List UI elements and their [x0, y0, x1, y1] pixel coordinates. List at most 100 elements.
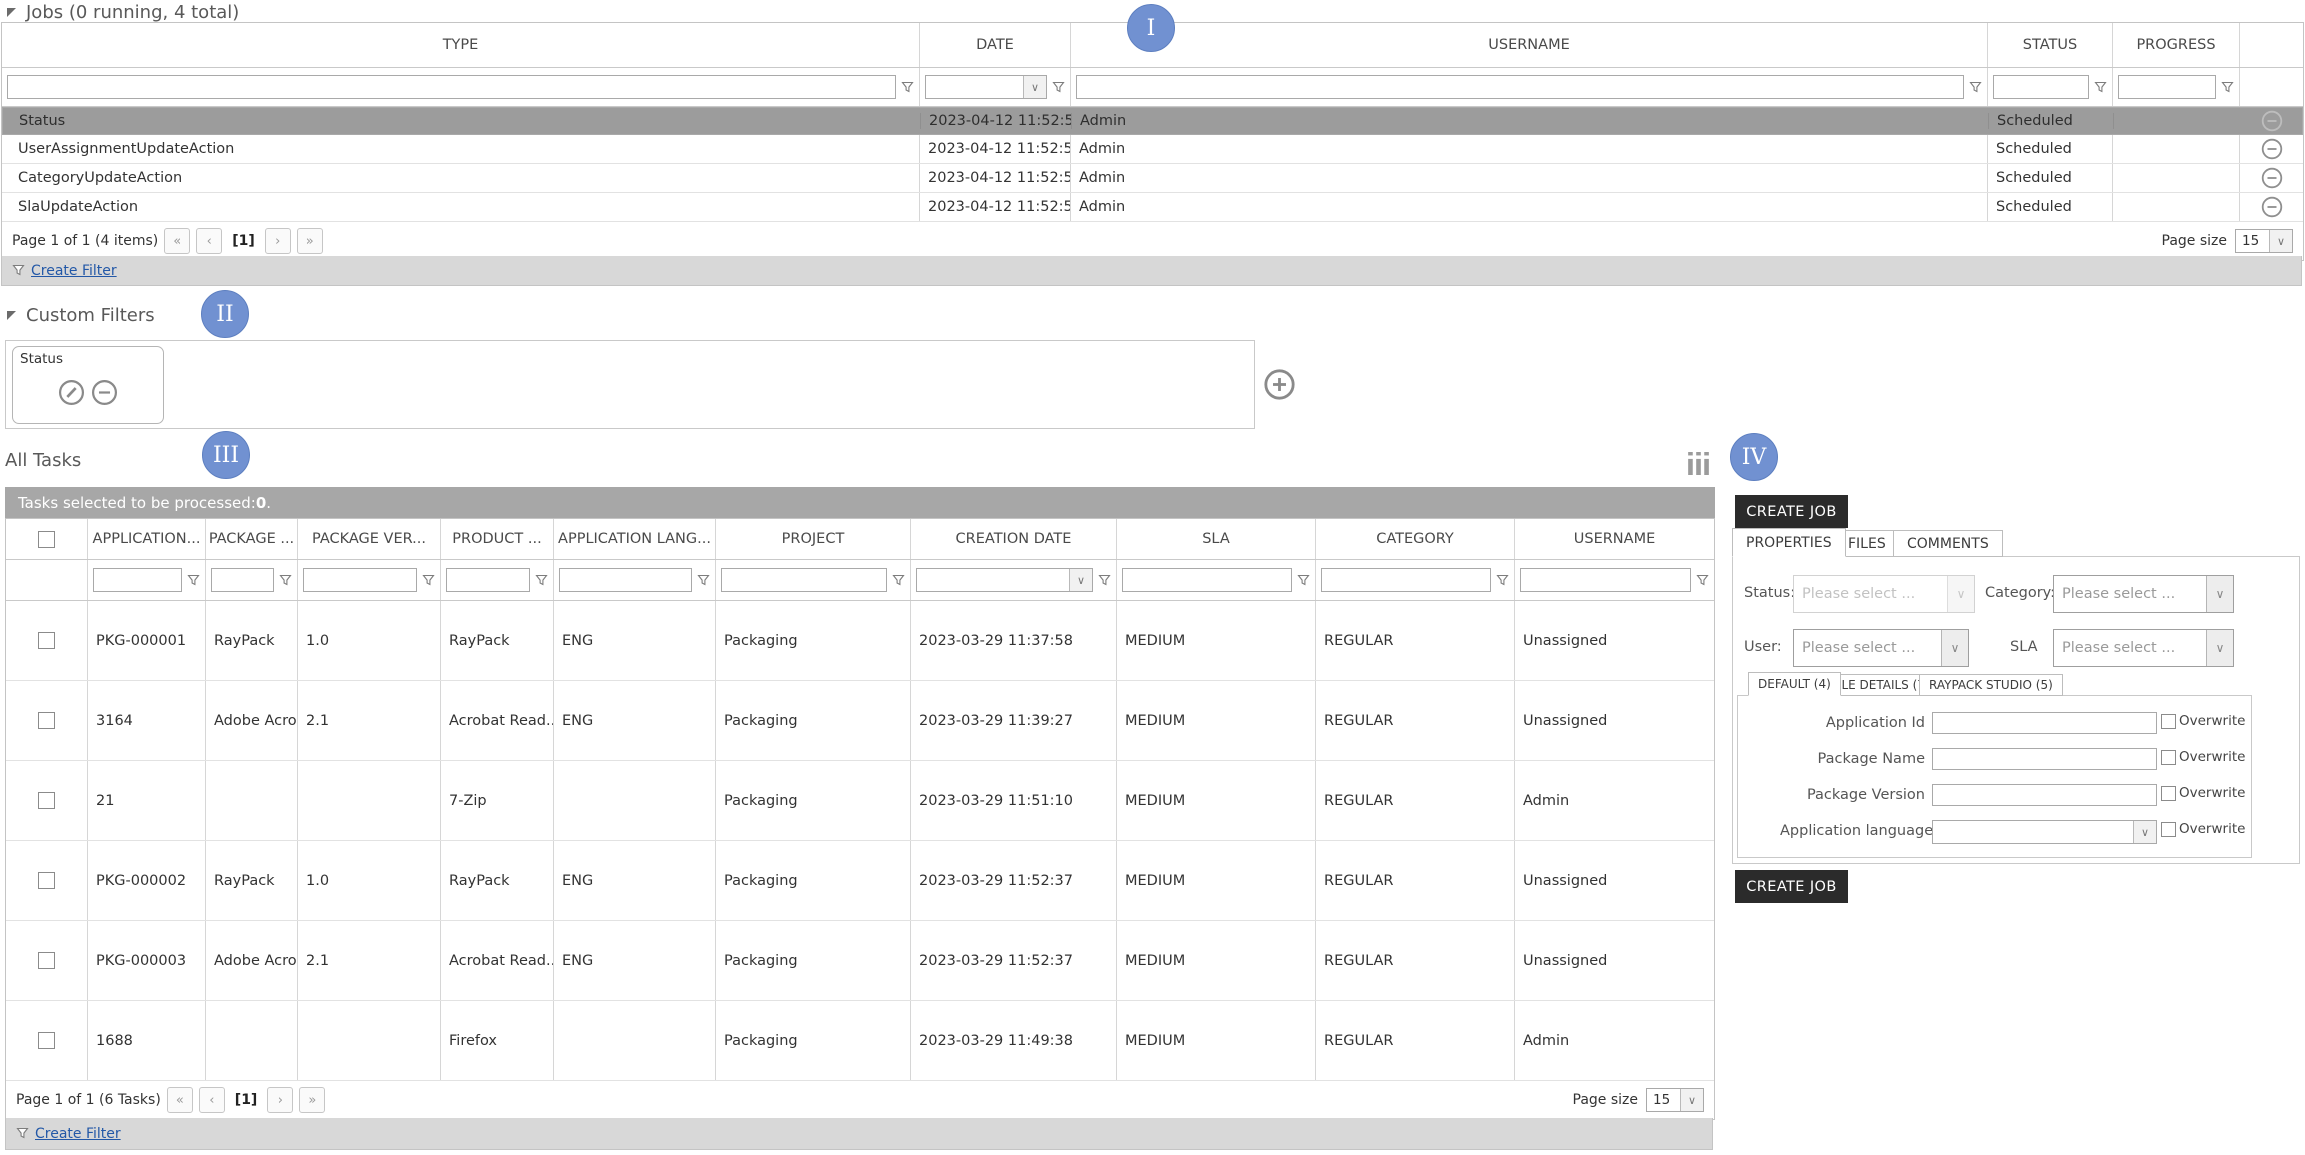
tasks-filter-date-select[interactable]: ∨ [916, 568, 1093, 592]
filter-funnel-icon[interactable] [1052, 81, 1065, 94]
tasks-filter-category-input[interactable] [1321, 568, 1491, 592]
jobs-col-progress[interactable]: PROGRESS [2113, 23, 2240, 67]
tasks-filter-application-input[interactable] [93, 568, 182, 592]
filter-funnel-icon[interactable] [1496, 574, 1509, 587]
tab-comments[interactable]: COMMENTS [1893, 530, 2003, 557]
task-row[interactable]: 1688 Firefox Packaging 2023-03-29 11:49:… [6, 1001, 1714, 1081]
task-row[interactable]: 3164Adobe Acroba... 2.1Acrobat Read... E… [6, 681, 1714, 761]
task-row[interactable]: PKG-000002 RayPack 1.0 RayPack ENG Packagin… [6, 841, 1714, 921]
overwrite-checkbox[interactable] [2161, 749, 2176, 765]
jobs-col-status[interactable]: STATUS [1988, 23, 2113, 67]
filter-funnel-icon[interactable] [535, 574, 548, 587]
row-checkbox[interactable] [38, 792, 55, 809]
last-page-button[interactable]: » [299, 1087, 326, 1113]
create-job-button-top[interactable]: CREATE JOB [1735, 495, 1848, 528]
jobs-filter-status-input[interactable] [1993, 75, 2089, 99]
filter-funnel-icon[interactable] [279, 574, 292, 587]
jobs-col-type[interactable]: TYPE [2, 23, 920, 67]
cancel-job-icon[interactable] [2261, 167, 2283, 189]
create-job-button-bottom[interactable]: CREATE JOB [1735, 870, 1848, 903]
sla-select[interactable]: Please select ... ∨ [2053, 629, 2234, 667]
tasks-col-category[interactable]: CATEGORY [1316, 519, 1515, 559]
row-checkbox[interactable] [38, 712, 55, 729]
filter-funnel-icon[interactable] [892, 574, 905, 587]
row-checkbox[interactable] [38, 632, 55, 649]
tasks-create-filter-link[interactable]: Create Filter [35, 1126, 121, 1142]
tasks-col-application[interactable]: APPLICATION... [88, 519, 206, 559]
last-page-button[interactable]: » [296, 228, 323, 254]
delete-filter-icon[interactable] [91, 379, 118, 406]
jobs-filter-progress-input[interactable] [2118, 75, 2216, 99]
jobs-filter-date-select[interactable]: ∨ [925, 75, 1047, 99]
jobs-filter-username-input[interactable] [1076, 75, 1964, 99]
tasks-filter-product-input[interactable] [446, 568, 530, 592]
application-id-input[interactable] [1932, 712, 2157, 734]
prev-page-button[interactable]: ‹ [198, 1087, 225, 1113]
overwrite-checkbox[interactable] [2161, 785, 2176, 801]
filter-funnel-icon[interactable] [1696, 574, 1709, 587]
row-checkbox[interactable] [38, 1032, 55, 1049]
current-page[interactable]: [1] [235, 1092, 258, 1108]
cancel-job-icon[interactable] [2261, 138, 2283, 160]
tasks-filter-language-input[interactable] [559, 568, 692, 592]
filter-funnel-icon[interactable] [2221, 81, 2234, 94]
task-row[interactable]: PKG-000003Adobe Acroba... 2.1Acrobat Rea… [6, 921, 1714, 1001]
filter-funnel-icon[interactable] [1098, 574, 1111, 587]
filter-funnel-icon[interactable] [2094, 81, 2107, 94]
add-filter-icon[interactable] [1263, 368, 1296, 401]
prev-page-button[interactable]: ‹ [196, 228, 223, 254]
collapse-triangle-icon[interactable] [7, 311, 16, 320]
collapse-triangle-icon[interactable] [7, 8, 16, 17]
subtab-raypack-studio[interactable]: RAYPACK STUDIO (5) [1919, 674, 2063, 696]
subtab-default[interactable]: DEFAULT (4) [1748, 672, 1841, 696]
next-page-button[interactable]: › [267, 1087, 294, 1113]
package-version-input[interactable] [1932, 784, 2157, 806]
row-checkbox[interactable] [38, 872, 55, 889]
user-select[interactable]: Please select ... ∨ [1793, 629, 1969, 667]
task-row[interactable]: 21 7-Zip Packaging 2023-03-29 11:51:10 ME… [6, 761, 1714, 841]
job-row[interactable]: Status 2023-04-12 11:52:55 Admin Schedul… [2, 107, 2303, 135]
tasks-col-package[interactable]: PACKAGE ... [206, 519, 298, 559]
edit-filter-icon[interactable] [58, 379, 85, 406]
tasks-col-project[interactable]: PROJECT [716, 519, 911, 559]
status-select[interactable]: Please select ... ∨ [1793, 575, 1975, 613]
current-page[interactable]: [1] [232, 233, 255, 249]
job-row[interactable]: UserAssignmentUpdateAction 2023-04-12 11… [2, 135, 2303, 164]
next-page-button[interactable]: › [264, 228, 291, 254]
filter-funnel-icon[interactable] [1297, 574, 1310, 587]
tasks-col-product[interactable]: PRODUCT ... [441, 519, 554, 559]
jobs-col-username[interactable]: USERNAME [1071, 23, 1988, 67]
overwrite-checkbox[interactable] [2161, 821, 2176, 837]
tasks-col-package-version[interactable]: PACKAGE VER... [298, 519, 441, 559]
tasks-filter-project-input[interactable] [721, 568, 887, 592]
cancel-job-icon[interactable] [2261, 110, 2283, 132]
overwrite-checkbox[interactable] [2161, 713, 2176, 729]
tasks-filter-package-input[interactable] [211, 568, 274, 592]
filter-funnel-icon[interactable] [1969, 81, 1982, 94]
jobs-create-filter-link[interactable]: Create Filter [31, 263, 117, 279]
filter-funnel-icon[interactable] [187, 574, 200, 587]
filter-funnel-icon[interactable] [697, 574, 710, 587]
jobs-page-size-select[interactable]: 15 ∨ [2235, 229, 2293, 253]
tasks-filter-username-input[interactable] [1520, 568, 1691, 592]
task-row[interactable]: PKG-000001 RayPack 1.0 RayPack ENG Packagin… [6, 601, 1714, 681]
filter-funnel-icon[interactable] [422, 574, 435, 587]
jobs-filter-type-input[interactable] [7, 75, 896, 99]
first-page-button[interactable]: « [164, 228, 191, 254]
job-row[interactable]: SlaUpdateAction 2023-04-12 11:52:55 Admi… [2, 193, 2303, 222]
tasks-col-app-language[interactable]: APPLICATION LANG... [554, 519, 716, 559]
tab-properties[interactable]: PROPERTIES [1732, 528, 1846, 557]
tasks-page-size-select[interactable]: 15 ∨ [1646, 1088, 1704, 1112]
tasks-filter-sla-input[interactable] [1122, 568, 1292, 592]
tasks-col-username[interactable]: USERNAME [1515, 519, 1714, 559]
tasks-col-sla[interactable]: SLA [1117, 519, 1316, 559]
first-page-button[interactable]: « [166, 1087, 193, 1113]
tasks-col-creation-date[interactable]: CREATION DATE [911, 519, 1117, 559]
package-name-input[interactable] [1932, 748, 2157, 770]
filter-funnel-icon[interactable] [901, 81, 914, 94]
select-all-checkbox[interactable] [38, 530, 55, 548]
application-language-select[interactable]: ∨ [1932, 820, 2157, 844]
jobs-col-date[interactable]: DATE [920, 23, 1071, 67]
custom-filter-chip[interactable]: Status [12, 346, 164, 424]
row-checkbox[interactable] [38, 952, 55, 969]
